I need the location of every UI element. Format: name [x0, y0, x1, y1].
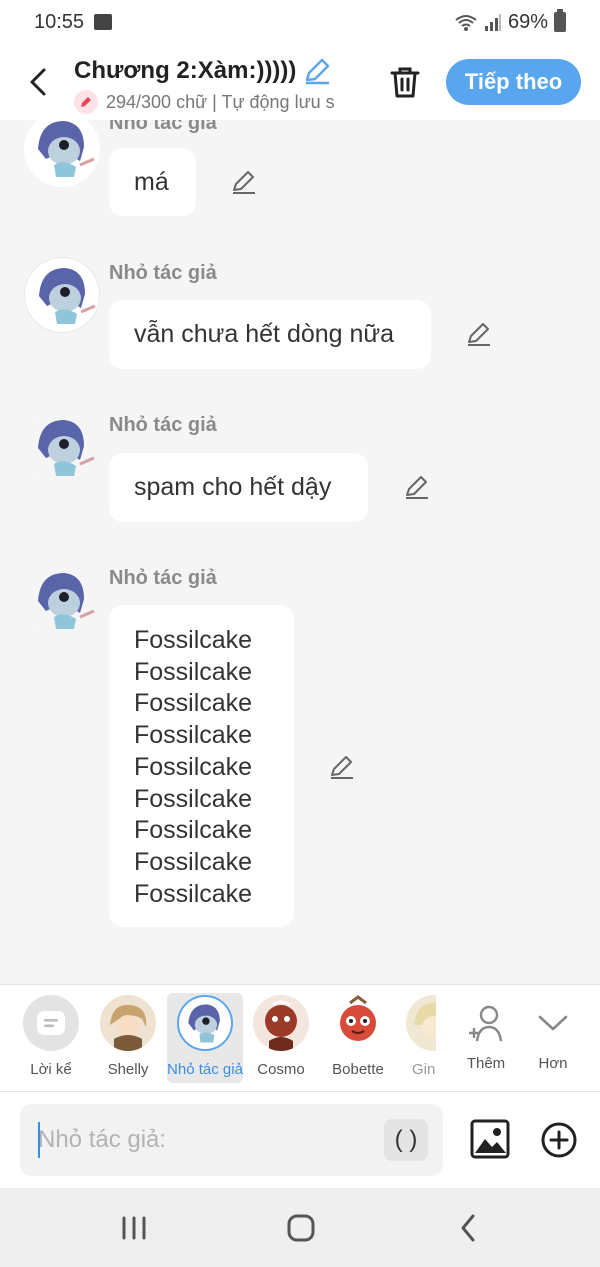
word-count-status: 294/300 chữ | Tự động lưu s	[74, 90, 364, 114]
message-text: má	[134, 168, 169, 196]
pencil-icon	[233, 171, 255, 194]
avatar	[253, 995, 309, 1051]
status-bar: 10:55 69%	[0, 0, 600, 44]
message-text: vẫn chưa hết dòng nữa	[134, 320, 395, 348]
message-line: Fossilcake	[134, 752, 253, 781]
more-characters-button[interactable]: Hơn	[516, 995, 590, 1072]
back-nav-icon	[461, 1214, 475, 1242]
chevron-down-icon	[525, 995, 581, 1051]
avatar	[177, 995, 233, 1051]
next-button[interactable]: Tiếp theo	[446, 59, 581, 105]
character-label: Gin	[412, 1061, 436, 1078]
edit-title-icon[interactable]	[302, 56, 332, 86]
back-nav-button[interactable]	[448, 1210, 488, 1246]
pencil-badge-icon	[74, 90, 98, 114]
character-cosmo[interactable]: Cosmo	[244, 995, 318, 1078]
message-bubble[interactable]: má	[109, 148, 196, 216]
chat-area[interactable]: Nhỏ tác giả má Nhỏ tác giả vẫn chưa hết …	[0, 120, 600, 984]
home-icon	[287, 1214, 315, 1242]
message-line: Fossilcake	[134, 626, 253, 654]
edit-message-button[interactable]	[402, 472, 432, 502]
speaker-name: Nhỏ tác giả	[109, 262, 217, 284]
avatar	[330, 995, 386, 1051]
edit-message-button[interactable]	[464, 319, 494, 349]
character-author[interactable]: Nhỏ tác giả	[167, 993, 243, 1083]
parenthesis-button[interactable]: ( )	[384, 1119, 428, 1161]
wifi-icon	[455, 15, 477, 31]
trash-icon	[390, 67, 420, 98]
chapter-title[interactable]: Chương 2:Xàm:)))))	[74, 56, 332, 86]
avatar	[24, 257, 100, 333]
message-line: Fossilcake	[134, 784, 253, 813]
character-label: Thêm	[466, 1055, 506, 1072]
gallery-notification-icon	[94, 14, 113, 30]
speaker-name: Nhỏ tác giả	[109, 567, 217, 589]
message-line: Fossilcake	[134, 721, 253, 750]
message-line: Fossilcake	[134, 689, 253, 718]
input-area: ( )	[0, 1092, 600, 1188]
add-character-button[interactable]: Thêm	[449, 995, 523, 1072]
editor-header: Chương 2:Xàm:))))) 294/300 chữ | Tự động…	[0, 44, 600, 120]
character-narration[interactable]: Lời kể	[14, 995, 88, 1078]
character-label: Lời kể	[30, 1061, 72, 1078]
text-cursor	[38, 1122, 40, 1158]
home-button[interactable]	[281, 1210, 321, 1246]
message-line: Fossilcake	[134, 816, 253, 845]
avatar	[24, 120, 100, 187]
speaker-name: Nhỏ tác giả	[109, 120, 217, 134]
speaker-name: Nhỏ tác giả	[109, 414, 217, 436]
character-label: Nhỏ tác giả	[167, 1061, 243, 1078]
insert-image-button[interactable]	[470, 1119, 510, 1159]
avatar	[100, 995, 156, 1051]
message-input-box: ( )	[20, 1104, 443, 1176]
character-label: Hơn	[538, 1055, 568, 1072]
character-shelly[interactable]: Shelly	[91, 995, 165, 1078]
edit-message-button[interactable]	[229, 167, 259, 197]
battery-percent: 69%	[507, 10, 548, 33]
add-content-button[interactable]	[540, 1121, 578, 1159]
character-label: Cosmo	[257, 1061, 305, 1078]
character-label: Bobette	[332, 1061, 384, 1078]
character-selector: Lời kể Shelly Nhỏ tác giả Cosmo Bobette …	[0, 984, 600, 1092]
message-text: spam cho hết dậy	[134, 473, 332, 501]
battery-icon	[554, 9, 566, 32]
message-bubble[interactable]: Fossilcake Fossilcake Fossilcake Fossilc…	[109, 605, 294, 927]
pencil-icon	[331, 756, 353, 779]
plus-circle-icon	[541, 1122, 577, 1158]
delete-button[interactable]	[386, 62, 424, 102]
pencil-icon	[406, 476, 428, 499]
message-line: Fossilcake	[134, 847, 253, 876]
back-button[interactable]	[20, 64, 56, 100]
chapter-title-text: Chương 2:Xàm:)))))	[74, 57, 297, 84]
message-input[interactable]	[38, 1122, 368, 1158]
system-nav-bar	[0, 1188, 600, 1267]
message-line: Fossilcake	[134, 879, 253, 908]
avatar	[24, 410, 100, 486]
narration-icon	[23, 995, 79, 1051]
recent-apps-icon	[122, 1216, 146, 1240]
image-icon	[470, 1119, 510, 1159]
character-bobette[interactable]: Bobette	[321, 995, 395, 1078]
avatar	[24, 563, 100, 639]
avatar	[406, 995, 436, 1051]
message-bubble[interactable]: vẫn chưa hết dòng nữa	[109, 300, 431, 369]
status-time: 10:55	[34, 10, 85, 33]
message-bubble[interactable]: spam cho hết dậy	[109, 453, 368, 522]
edit-message-button[interactable]	[327, 752, 357, 782]
word-count-text: 294/300 chữ | Tự động lưu s	[106, 91, 335, 112]
pencil-icon	[468, 323, 490, 346]
recent-apps-button[interactable]	[114, 1210, 154, 1246]
message-line: Fossilcake	[134, 657, 253, 686]
back-arrow-icon	[30, 68, 46, 96]
signal-icon	[484, 14, 501, 31]
character-label: Shelly	[107, 1061, 149, 1078]
character-gin[interactable]: Gin	[398, 995, 436, 1078]
add-character-icon	[458, 995, 514, 1051]
